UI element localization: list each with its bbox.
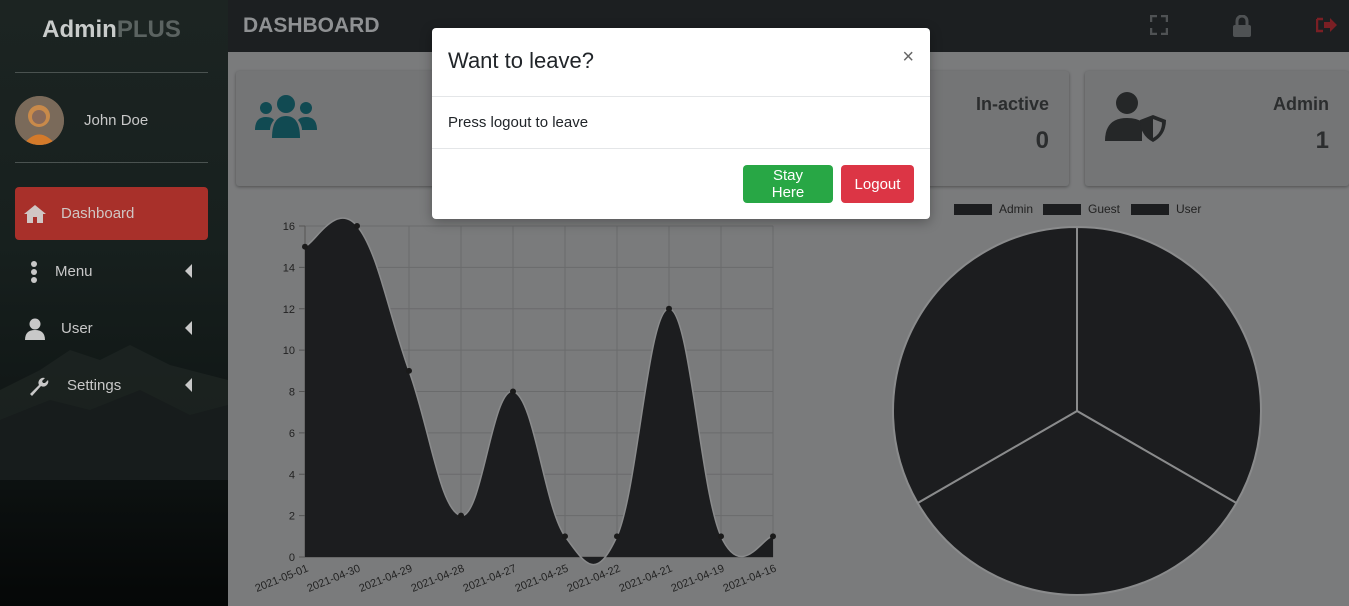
modal-header: Want to leave? × (432, 28, 930, 97)
logout-button[interactable]: Logout (841, 165, 914, 203)
modal-footer: Stay Here Logout (432, 149, 930, 219)
stay-here-button[interactable]: Stay Here (743, 165, 833, 203)
close-icon[interactable]: × (902, 46, 914, 69)
modal-title: Want to leave? (448, 48, 594, 73)
modal-body: Press logout to leave (432, 97, 930, 149)
logout-modal: Want to leave? × Press logout to leave S… (432, 28, 930, 219)
